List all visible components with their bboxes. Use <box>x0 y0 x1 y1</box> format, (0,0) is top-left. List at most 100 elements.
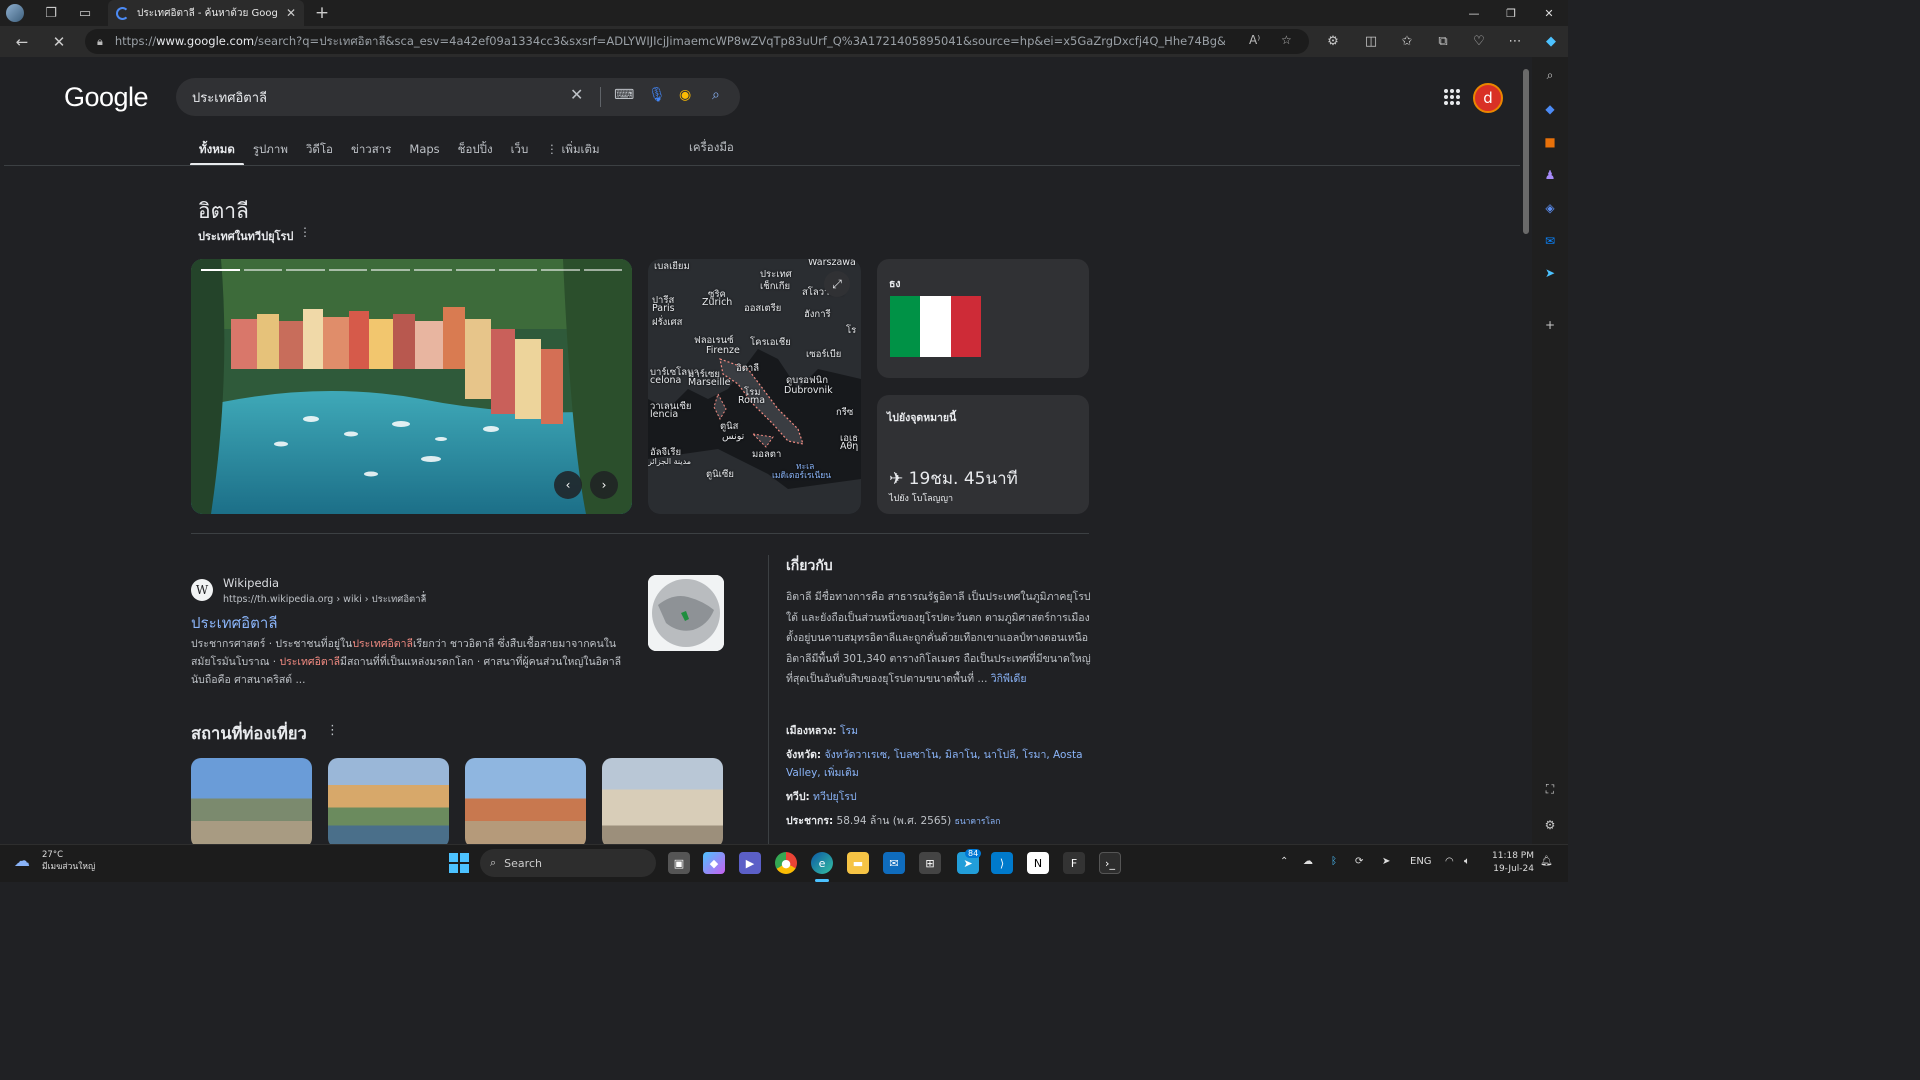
provinces-links[interactable]: จังหวัดวาเรเซ, โบลซาโน, มิลาโน, นาโปลี, … <box>786 749 1083 779</box>
vscode-icon[interactable]: ⟩ <box>991 852 1013 874</box>
split-screen-icon[interactable]: ◫ <box>1356 26 1386 57</box>
wifi-icon[interactable]: ◠ <box>1445 856 1454 867</box>
weather-widget[interactable]: ☁ 27°C มีเมฆส่วนใหญ่ <box>14 849 95 873</box>
microphone-icon[interactable]: 🎙︎ <box>648 87 666 103</box>
google-lens-icon[interactable]: ◉ <box>679 87 691 103</box>
task-view-icon[interactable]: ▣ <box>668 852 690 874</box>
send-icon[interactable]: ➤ <box>1540 263 1560 283</box>
clock[interactable]: 11:18 PM 19-Jul-24 <box>1490 850 1534 876</box>
tab-videos[interactable]: วิดีโอ <box>297 139 342 167</box>
lock-icon[interactable]: 🔒︎ <box>97 35 103 49</box>
bluetooth-icon[interactable]: ᛒ <box>1331 856 1337 867</box>
workspaces-icon[interactable]: ❐ <box>36 0 66 26</box>
minimize-button[interactable]: — <box>1455 0 1493 26</box>
location-icon[interactable]: ➤ <box>1382 856 1390 867</box>
google-logo[interactable]: Google <box>64 82 149 113</box>
app-icon[interactable]: ▶ <box>739 852 761 874</box>
wikipedia-link[interactable]: วิกิพีเดีย <box>991 673 1027 685</box>
tab-news[interactable]: ข่าวสาร <box>342 139 400 167</box>
restore-button[interactable]: ❐ <box>1492 0 1530 26</box>
url-text[interactable]: https://www.google.com/search?q=ประเทศอิ… <box>115 33 1225 51</box>
attractions-options-icon[interactable]: ⋮ <box>326 723 339 738</box>
tab-more[interactable]: ⋮ เพิ่มเติม <box>537 139 608 167</box>
app-icon[interactable]: F <box>1063 852 1085 874</box>
sync-icon[interactable]: ⟳ <box>1355 856 1363 867</box>
screenshot-icon[interactable]: ⛶ <box>1540 779 1560 799</box>
close-tab-icon[interactable]: ✕ <box>286 6 296 20</box>
scrollbar-thumb[interactable] <box>1523 69 1529 234</box>
games-icon[interactable]: ♟ <box>1540 165 1560 185</box>
address-bar[interactable]: 🔒︎ https://www.google.com/search?q=ประเท… <box>85 29 1309 54</box>
result-title-link[interactable]: ประเทศอิตาลี <box>191 611 278 635</box>
more-menu-icon[interactable]: ⋯ <box>1500 26 1530 57</box>
browser-essentials-icon[interactable]: ♡ <box>1464 26 1494 57</box>
account-avatar[interactable]: d <box>1473 83 1503 113</box>
page-scrollbar[interactable] <box>1520 57 1532 844</box>
collections-icon[interactable]: ⧉ <box>1428 26 1458 57</box>
attraction-card[interactable] <box>328 758 449 844</box>
store-icon[interactable]: ⊞ <box>919 852 941 874</box>
profile-icon[interactable] <box>0 0 30 26</box>
onedrive-icon[interactable]: ☁ <box>1303 856 1313 867</box>
language-indicator[interactable]: ENG <box>1410 856 1432 867</box>
copilot-sidebar-icon[interactable]: ◈ <box>1540 198 1560 218</box>
attraction-card[interactable] <box>191 758 312 844</box>
google-apps-icon[interactable] <box>1444 89 1460 105</box>
tools-button[interactable]: เครื่องมือ <box>689 139 734 157</box>
wikipedia-icon[interactable]: W <box>191 579 213 601</box>
copilot-app-icon[interactable]: ◆ <box>703 852 725 874</box>
flag-card[interactable]: ธง <box>877 259 1089 378</box>
copilot-icon[interactable]: ◆ <box>1536 26 1566 57</box>
keyboard-icon[interactable]: ⌨ <box>614 87 634 103</box>
start-button[interactable] <box>449 853 469 873</box>
attraction-card[interactable] <box>465 758 586 844</box>
file-explorer-icon[interactable]: ▬ <box>847 852 869 874</box>
edge-icon[interactable]: e <box>811 852 833 874</box>
terminal-icon[interactable]: ›_ <box>1099 852 1121 874</box>
show-hidden-icons[interactable]: ⌃ <box>1280 856 1288 867</box>
outlook-icon[interactable]: ✉ <box>1540 231 1560 251</box>
continent-link[interactable]: ทวีปยุโรป <box>813 791 857 803</box>
shopping-icon[interactable]: ◆ <box>1540 99 1560 119</box>
volume-icon[interactable]: 🔈︎ <box>1464 856 1470 867</box>
tools-icon[interactable]: ■ <box>1540 132 1560 152</box>
capital-link[interactable]: โรม <box>840 725 858 737</box>
new-tab-button[interactable]: + <box>312 3 332 23</box>
search-icon[interactable]: ⌕ <box>1540 65 1560 85</box>
flight-card[interactable]: ไปยังจุดหมายนี้ ✈ 19ชม. 45นาที ไปยัง โบโ… <box>877 395 1089 514</box>
search-box[interactable]: ประเทศอิตาลี ✕ ⌨ 🎙︎ ◉ ⌕ <box>176 78 740 116</box>
result-options-icon[interactable]: ⋮ <box>418 589 429 602</box>
settings-icon[interactable]: ⚙ <box>1540 815 1560 835</box>
add-sidebar-icon[interactable]: + <box>1540 315 1560 335</box>
search-icon[interactable]: ⌕ <box>712 87 720 103</box>
result-site-name[interactable]: Wikipedia <box>223 576 279 590</box>
taskbar-search[interactable]: ⌕ Search <box>480 849 656 877</box>
favorites-icon[interactable]: ✩ <box>1392 26 1422 57</box>
extensions-icon[interactable]: ⚙ <box>1318 26 1348 57</box>
mail-icon[interactable]: ✉ <box>883 852 905 874</box>
stop-button[interactable]: ✕ <box>41 26 77 57</box>
carousel-prev-button[interactable]: ‹ <box>554 471 582 499</box>
tab-shopping[interactable]: ช็อปปิ้ง <box>449 139 502 167</box>
chrome-icon[interactable]: ● <box>775 852 797 874</box>
attraction-card[interactable] <box>602 758 723 844</box>
tab-actions-icon[interactable]: ▭ <box>70 0 100 26</box>
tab-images[interactable]: รูปภาพ <box>244 139 297 167</box>
tab-all[interactable]: ทั้งหมด <box>190 139 244 167</box>
notification-bell-icon[interactable]: 🔔︎ <box>1540 856 1553 867</box>
photo-carousel[interactable]: ‹ › <box>191 259 632 514</box>
back-button[interactable]: ← <box>4 26 40 57</box>
expand-map-icon[interactable]: ⤢ <box>824 271 850 297</box>
carousel-next-button[interactable]: › <box>590 471 618 499</box>
result-url[interactable]: https://th.wikipedia.org › wiki › ประเทศ… <box>223 592 426 607</box>
tab-maps[interactable]: Maps <box>400 139 448 167</box>
map-thumbnail[interactable]: เบลเยียม Warszawa ประเทศ เช็กเกีย สโลวาเ… <box>648 259 861 514</box>
globe-thumbnail[interactable] <box>648 575 724 651</box>
browser-tab[interactable]: ประเทศอิตาลี - ค้นหาด้วย Google ✕ <box>108 0 304 26</box>
clear-icon[interactable]: ✕ <box>570 85 583 104</box>
favorite-star-icon[interactable]: ☆ <box>1281 33 1292 47</box>
close-window-button[interactable]: ✕ <box>1530 0 1568 26</box>
notion-icon[interactable]: N <box>1027 852 1049 874</box>
more-options-icon[interactable]: ⋮ <box>299 225 311 239</box>
read-aloud-icon[interactable]: A⁾ <box>1249 33 1260 47</box>
